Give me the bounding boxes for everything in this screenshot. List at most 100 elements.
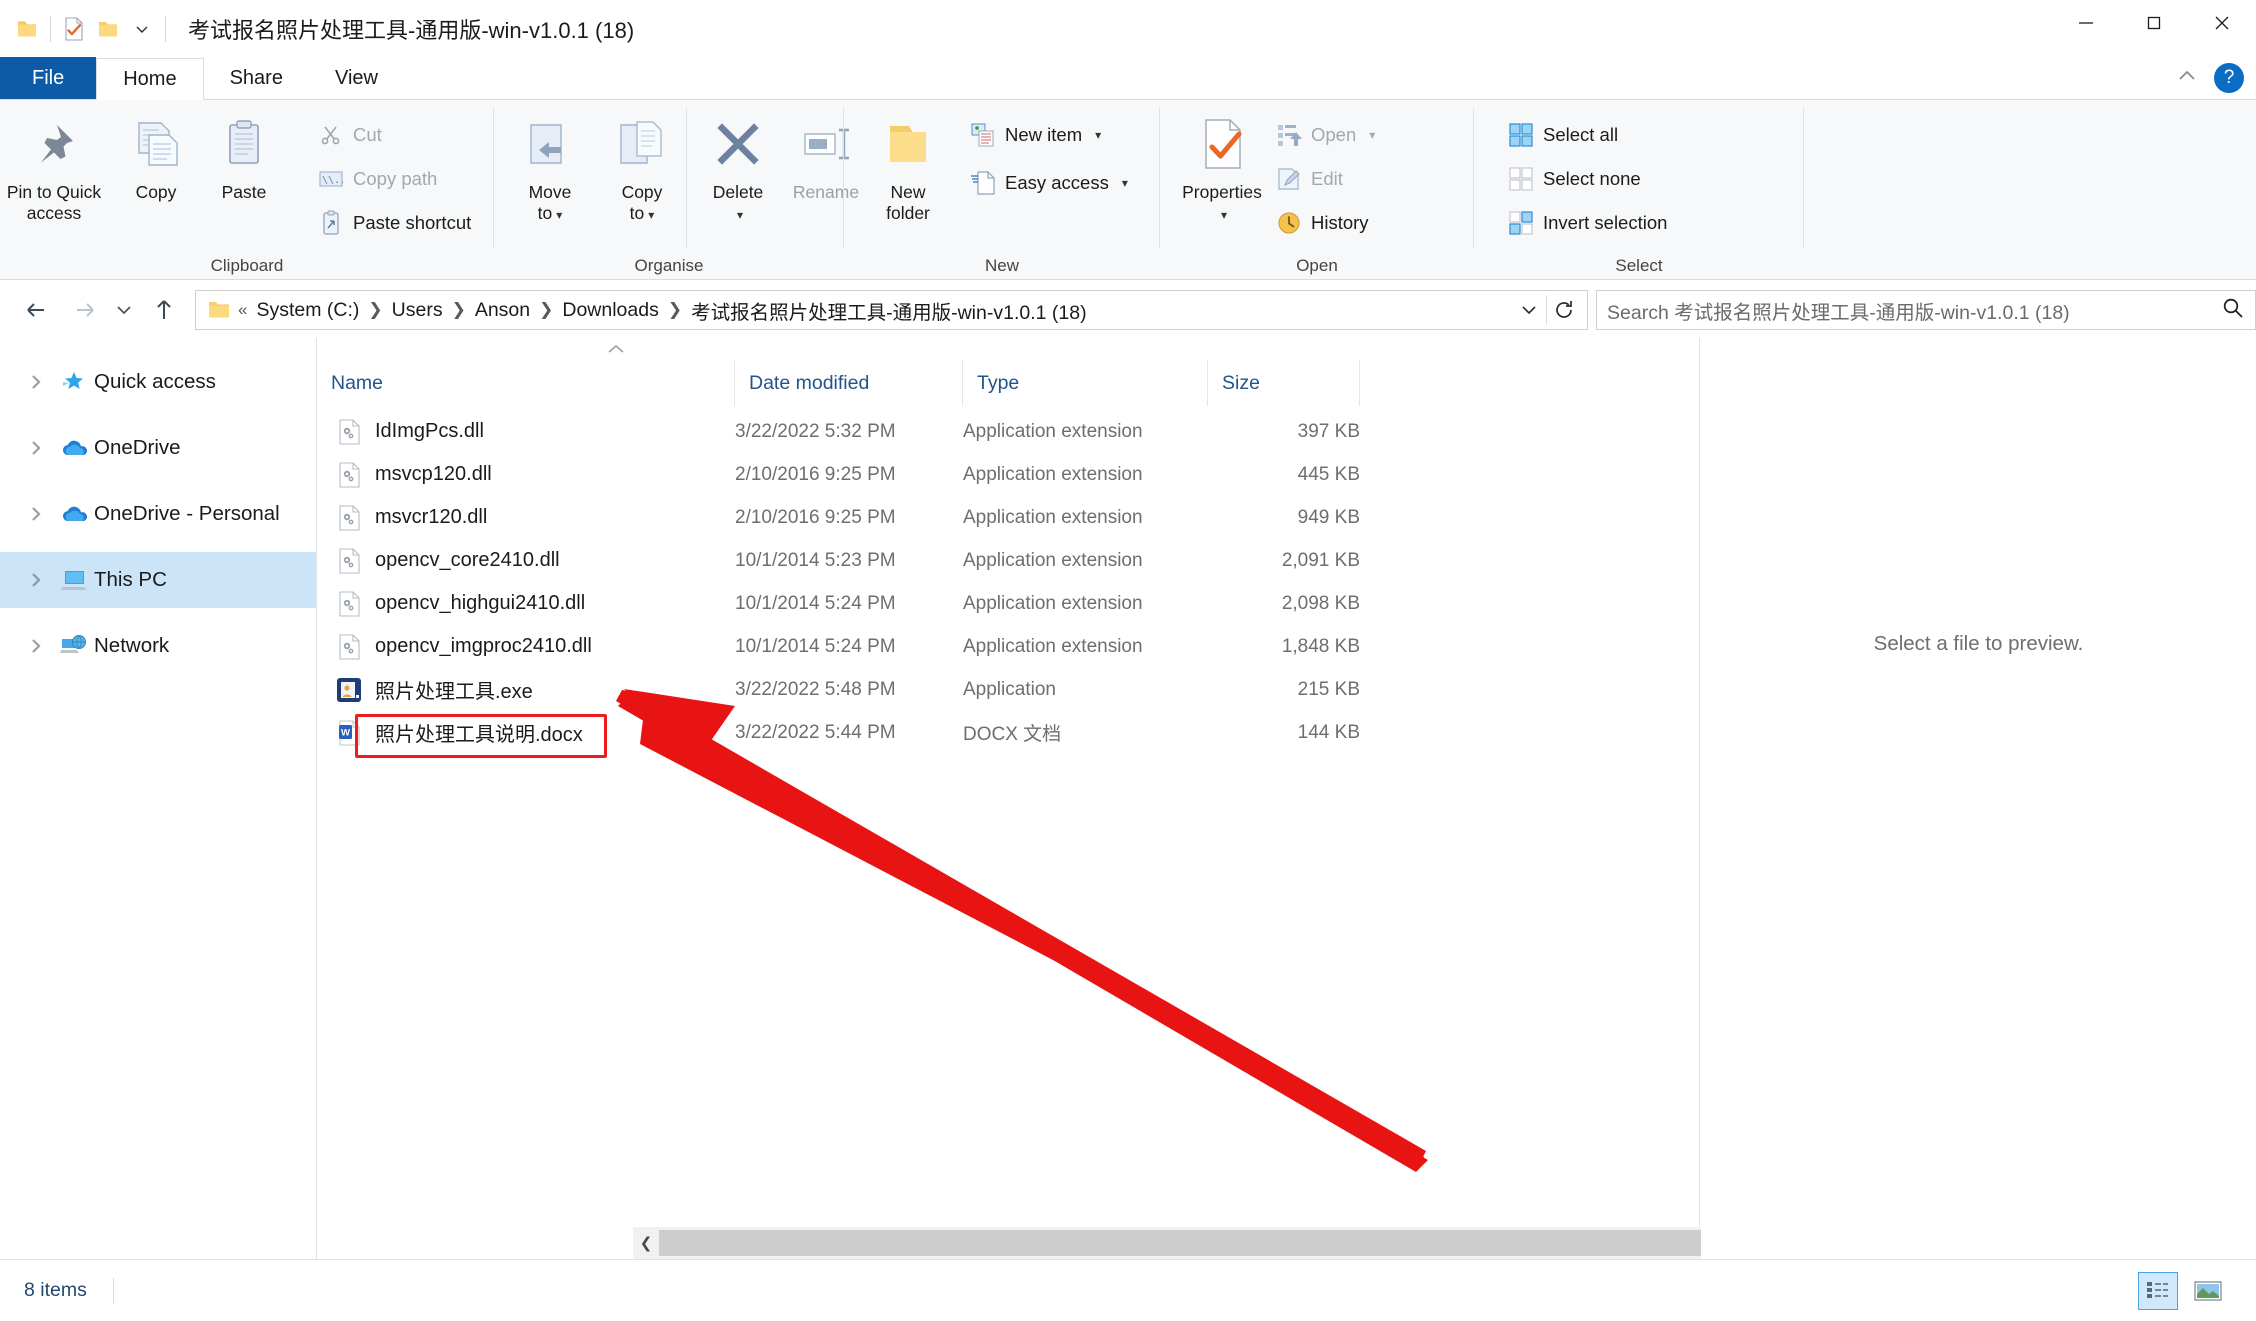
- table-row[interactable]: opencv_imgproc2410.dll 10/1/2014 5:24 PM…: [317, 625, 1699, 668]
- chevron-right-icon[interactable]: [18, 572, 54, 588]
- chevron-right-icon[interactable]: [18, 638, 54, 654]
- star-pin-icon: [54, 369, 94, 395]
- properties-button[interactable]: Properties ▾: [1174, 106, 1270, 224]
- file-name: IdImgPcs.dll: [375, 420, 484, 443]
- refresh-icon[interactable]: [1547, 292, 1581, 328]
- sidebar-item-onedrive[interactable]: OneDrive: [0, 420, 316, 476]
- table-row[interactable]: 照片处理工具.exe 3/22/2022 5:48 PM Application…: [317, 668, 1699, 711]
- breadcrumb-chevron-3[interactable]: ❯: [666, 300, 684, 320]
- column-header-type[interactable]: Type: [963, 360, 1208, 406]
- table-row[interactable]: IdImgPcs.dll 3/22/2022 5:32 PM Applicati…: [317, 410, 1699, 453]
- new-folder-icon[interactable]: [91, 12, 125, 46]
- chevron-right-icon[interactable]: [18, 374, 54, 390]
- history-button[interactable]: History: [1276, 210, 1369, 236]
- sidebar-item-network[interactable]: Network: [0, 618, 316, 674]
- tab-view[interactable]: View: [309, 57, 404, 99]
- breadcrumb-item-2[interactable]: Anson: [468, 296, 537, 325]
- minimize-button[interactable]: [2052, 0, 2120, 46]
- copy-to-button[interactable]: Copy to▾: [594, 106, 690, 224]
- chevron-down-icon[interactable]: [125, 12, 159, 46]
- copy-path-button[interactable]: \\.. Copy path: [318, 166, 437, 192]
- pin-to-quick-access-button[interactable]: Pin to Quick access: [6, 106, 102, 224]
- easy-access-caret-icon[interactable]: ▾: [1122, 176, 1128, 190]
- edit-button[interactable]: Edit: [1276, 166, 1343, 192]
- select-all-button[interactable]: Select all: [1508, 122, 1618, 148]
- open-caret-icon[interactable]: ▾: [1369, 128, 1375, 142]
- move-to-button[interactable]: Move to▾: [502, 106, 598, 224]
- file-type: Application extension: [963, 550, 1208, 572]
- paste-label: Paste: [196, 182, 292, 203]
- table-row[interactable]: msvcp120.dll 2/10/2016 9:25 PM Applicati…: [317, 453, 1699, 496]
- breadcrumb-item-1[interactable]: Users: [385, 296, 450, 325]
- new-item-button[interactable]: New item ▾: [970, 122, 1101, 148]
- breadcrumb-item-4[interactable]: 考试报名照片处理工具-通用版-win-v1.0.1 (18): [684, 293, 1093, 328]
- file-name-cell[interactable]: msvcp120.dll: [317, 460, 735, 490]
- new-folder-button[interactable]: New folder: [860, 106, 956, 224]
- new-item-caret-icon[interactable]: ▾: [1095, 128, 1101, 142]
- search-box[interactable]: Search 考试报名照片处理工具-通用版-win-v1.0.1 (18): [1596, 290, 2256, 330]
- sidebar-item-onedrive-personal[interactable]: OneDrive - Personal: [0, 486, 316, 542]
- open-button[interactable]: Open ▾: [1276, 122, 1375, 148]
- scroll-left-button[interactable]: ❮: [633, 1227, 659, 1259]
- column-header-date-modified[interactable]: Date modified: [735, 360, 963, 406]
- properties-check-icon[interactable]: [57, 12, 91, 46]
- sidebar-item-quick-access[interactable]: Quick access: [0, 354, 316, 410]
- select-none-button[interactable]: Select none: [1508, 166, 1641, 192]
- search-icon[interactable]: [2221, 296, 2245, 325]
- address-dropdown-icon[interactable]: [1512, 292, 1546, 328]
- file-name-cell[interactable]: 照片处理工具.exe: [317, 675, 735, 705]
- delete-button[interactable]: Delete ▾: [690, 106, 786, 224]
- file-date: 2/10/2016 9:25 PM: [735, 507, 963, 529]
- breadcrumb-chevron-2[interactable]: ❯: [537, 300, 555, 320]
- invert-selection-button[interactable]: Invert selection: [1508, 210, 1667, 236]
- status-divider: [113, 1278, 114, 1304]
- paste-button[interactable]: Paste: [196, 106, 292, 203]
- breadcrumb-item-3[interactable]: Downloads: [555, 296, 665, 325]
- column-header-name[interactable]: Name: [317, 360, 735, 406]
- copy-button[interactable]: Copy: [108, 106, 204, 203]
- breadcrumb-chevron-1[interactable]: ❯: [450, 300, 468, 320]
- explorer-folder-icon[interactable]: [10, 12, 44, 46]
- breadcrumb-overflow[interactable]: «: [236, 300, 249, 320]
- address-breadcrumb-bar[interactable]: « System (C:) ❯ Users ❯ Anson ❯ Download…: [195, 290, 1588, 330]
- column-header-size[interactable]: Size: [1208, 360, 1360, 406]
- forward-button[interactable]: [61, 286, 108, 334]
- maximize-button[interactable]: [2120, 0, 2188, 46]
- tab-share[interactable]: Share: [204, 57, 309, 99]
- recent-locations-button[interactable]: [107, 286, 140, 334]
- scissors-icon: [318, 122, 344, 148]
- table-row[interactable]: W 照片处理工具说明.docx 3/22/2022 5:44 PM DOCX 文…: [317, 711, 1699, 754]
- table-row[interactable]: msvcr120.dll 2/10/2016 9:25 PM Applicati…: [317, 496, 1699, 539]
- file-name-cell[interactable]: W 照片处理工具说明.docx: [317, 718, 735, 748]
- table-row[interactable]: opencv_highgui2410.dll 10/1/2014 5:24 PM…: [317, 582, 1699, 625]
- tab-file[interactable]: File: [0, 57, 96, 99]
- chevron-right-icon[interactable]: [18, 440, 54, 456]
- new-item-icon: [970, 122, 996, 148]
- large-icons-view-button[interactable]: [2188, 1272, 2228, 1310]
- tab-home[interactable]: Home: [96, 58, 203, 100]
- close-button[interactable]: [2188, 0, 2256, 46]
- properties-caret[interactable]: ▾: [1174, 203, 1270, 224]
- easy-access-button[interactable]: Easy access ▾: [970, 170, 1128, 196]
- file-name-cell[interactable]: opencv_imgproc2410.dll: [317, 632, 735, 662]
- chevron-right-icon[interactable]: [18, 506, 54, 522]
- delete-caret[interactable]: ▾: [690, 203, 786, 224]
- copy-to-label-2: to▾: [594, 203, 690, 224]
- sidebar-item-this-pc[interactable]: This PC: [0, 552, 316, 608]
- table-row[interactable]: opencv_core2410.dll 10/1/2014 5:23 PM Ap…: [317, 539, 1699, 582]
- paste-shortcut-button[interactable]: Paste shortcut: [318, 210, 471, 236]
- breadcrumb-item-0[interactable]: System (C:): [249, 296, 366, 325]
- search-input[interactable]: Search 考试报名照片处理工具-通用版-win-v1.0.1 (18): [1607, 296, 2070, 325]
- file-name-cell[interactable]: opencv_highgui2410.dll: [317, 589, 735, 619]
- up-button[interactable]: [140, 286, 187, 334]
- back-button[interactable]: [14, 286, 61, 334]
- collapse-ribbon-icon[interactable]: [2174, 67, 2200, 90]
- file-name-cell[interactable]: msvcr120.dll: [317, 503, 735, 533]
- details-view-button[interactable]: [2138, 1272, 2178, 1310]
- help-icon[interactable]: ?: [2214, 63, 2244, 93]
- file-name-cell[interactable]: opencv_core2410.dll: [317, 546, 735, 576]
- file-name-cell[interactable]: IdImgPcs.dll: [317, 417, 735, 447]
- svg-text:W: W: [341, 727, 350, 738]
- cut-button[interactable]: Cut: [318, 122, 382, 148]
- breadcrumb-chevron-0[interactable]: ❯: [366, 300, 384, 320]
